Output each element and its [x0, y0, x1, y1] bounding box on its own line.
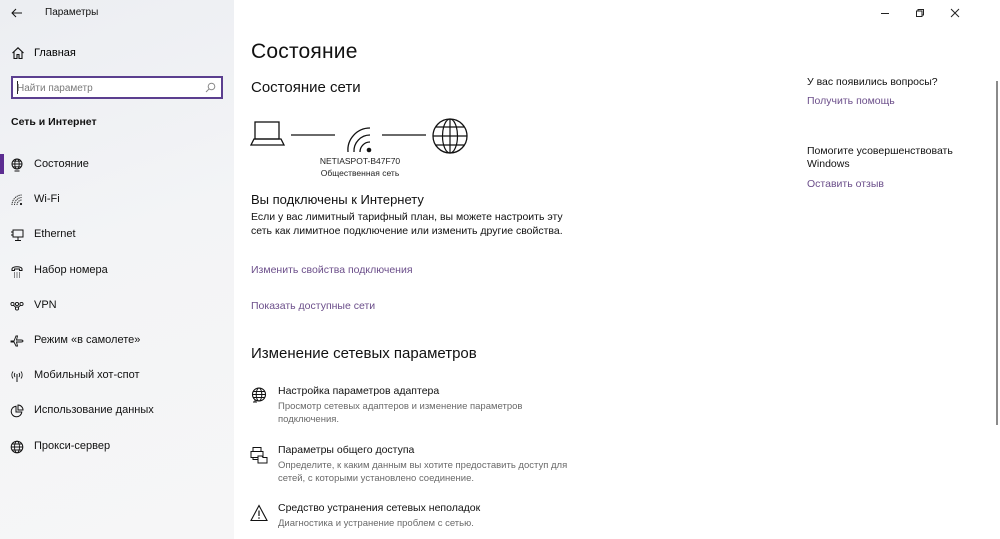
laptop-icon	[250, 121, 286, 146]
sidebar-section-title: Сеть и Интернет	[11, 116, 97, 128]
option-description: Диагностика и устранение проблем с сетью…	[278, 518, 474, 529]
scrollbar[interactable]	[996, 81, 998, 425]
minimize-icon	[881, 13, 889, 14]
get-help-link[interactable]: Получить помощь	[807, 95, 977, 108]
app-title: Параметры	[45, 7, 99, 18]
title-bar: Параметры	[0, 0, 234, 26]
globe-icon	[10, 440, 24, 453]
page-title: Состояние	[251, 40, 358, 63]
data-usage-icon	[10, 404, 24, 418]
sidebar-item-vpn[interactable]: VPN	[0, 288, 234, 323]
minimize-button[interactable]	[870, 4, 900, 22]
option-title: Параметры общего доступа	[278, 444, 415, 456]
network-diagram	[250, 118, 468, 154]
ethernet-icon	[11, 229, 24, 242]
close-icon	[950, 8, 960, 18]
adapter-icon	[251, 387, 267, 403]
sidebar-item-label: Прокси-сервер	[34, 439, 111, 452]
sidebar-item-data-usage[interactable]: Использование данных	[0, 393, 234, 428]
internet-globe-icon	[432, 118, 468, 154]
close-button[interactable]	[940, 4, 970, 22]
connection-status-description: Если у вас лимитный тарифный план, вы мо…	[251, 211, 563, 237]
hotspot-icon	[11, 371, 23, 383]
restore-button[interactable]	[905, 4, 935, 22]
back-button[interactable]	[6, 3, 28, 23]
window-controls	[870, 0, 1000, 26]
sidebar-item-airplane[interactable]: Режим «в самолете»	[0, 323, 234, 358]
sidebar-item-label: Режим «в самолете»	[34, 333, 141, 346]
sidebar-item-label: Wi-Fi	[34, 193, 60, 206]
wifi-icon	[11, 194, 23, 206]
dialup-icon	[11, 265, 23, 278]
option-title: Настройка параметров адаптера	[278, 385, 440, 397]
search-box[interactable]	[11, 76, 223, 99]
sidebar-item-ethernet[interactable]: Ethernet	[0, 217, 234, 252]
option-description: Определите, к каким данным вы хотите пре…	[278, 460, 568, 484]
give-feedback-link[interactable]: Оставить отзыв	[807, 178, 977, 191]
home-icon	[12, 47, 24, 60]
search-input[interactable]	[17, 80, 197, 96]
questions-heading: У вас появились вопросы?	[807, 76, 938, 88]
sidebar-item-wifi[interactable]: Wi-Fi	[0, 182, 234, 217]
sidebar-item-label: Использование данных	[34, 404, 154, 417]
sidebar-item-home[interactable]: Главная	[0, 40, 234, 66]
sidebar-item-label: Состояние	[34, 158, 89, 170]
change-connection-properties-link[interactable]: Изменить свойства подключения	[251, 264, 413, 276]
vpn-icon	[10, 301, 24, 311]
sidebar-item-label: Набор номера	[34, 263, 108, 276]
change-network-settings-heading: Изменение сетевых параметров	[251, 345, 477, 362]
network-status-heading: Состояние сети	[251, 79, 361, 96]
option-description: Просмотр сетевых адаптеров и изменение п…	[278, 401, 523, 425]
show-available-networks-link[interactable]: Показать доступные сети	[251, 300, 375, 312]
sharing-icon	[250, 447, 268, 464]
sidebar-item-proxy[interactable]: Прокси-сервер	[0, 429, 234, 464]
sidebar-item-label: VPN	[34, 298, 57, 311]
improve-windows-heading: Помогите усовершенствовать Windows	[807, 145, 953, 170]
restore-icon	[916, 9, 924, 17]
option-title: Средство устранения сетевых неполадок	[278, 502, 481, 514]
sidebar-item-hotspot[interactable]: Мобильный хот-спот	[0, 358, 234, 393]
sidebar-item-dialup[interactable]: Набор номера	[0, 253, 234, 288]
warning-icon	[250, 504, 268, 522]
sidebar-item-label: Мобильный хот-спот	[34, 369, 140, 382]
network-name: NETIASPOT-B47F70	[319, 156, 401, 166]
wifi-signal-icon	[347, 127, 372, 153]
sharing-options-item[interactable]: Параметры общего доступа Определите, к к…	[250, 444, 580, 486]
selection-indicator	[0, 154, 4, 174]
search-icon[interactable]	[205, 82, 216, 93]
sidebar-nav: Состояние Wi-Fi Ethernet Набор номера VP…	[0, 147, 234, 464]
back-arrow-icon	[11, 8, 22, 18]
troubleshooter-item[interactable]: Средство устранения сетевых неполадок Ди…	[250, 502, 580, 534]
sidebar-home-label: Главная	[34, 47, 76, 59]
sidebar-item-label: Ethernet	[34, 228, 76, 241]
network-status-icon	[11, 158, 23, 172]
connection-status-title: Вы подключены к Интернету	[251, 192, 424, 207]
network-type: Общественная сеть	[320, 168, 400, 178]
adapter-options-item[interactable]: Настройка параметров адаптера Просмотр с…	[250, 385, 580, 427]
sidebar-item-status[interactable]: Состояние	[0, 147, 234, 182]
airplane-icon	[10, 335, 24, 347]
sidebar: Параметры Главная Сеть и Интернет Состоя…	[0, 0, 234, 539]
